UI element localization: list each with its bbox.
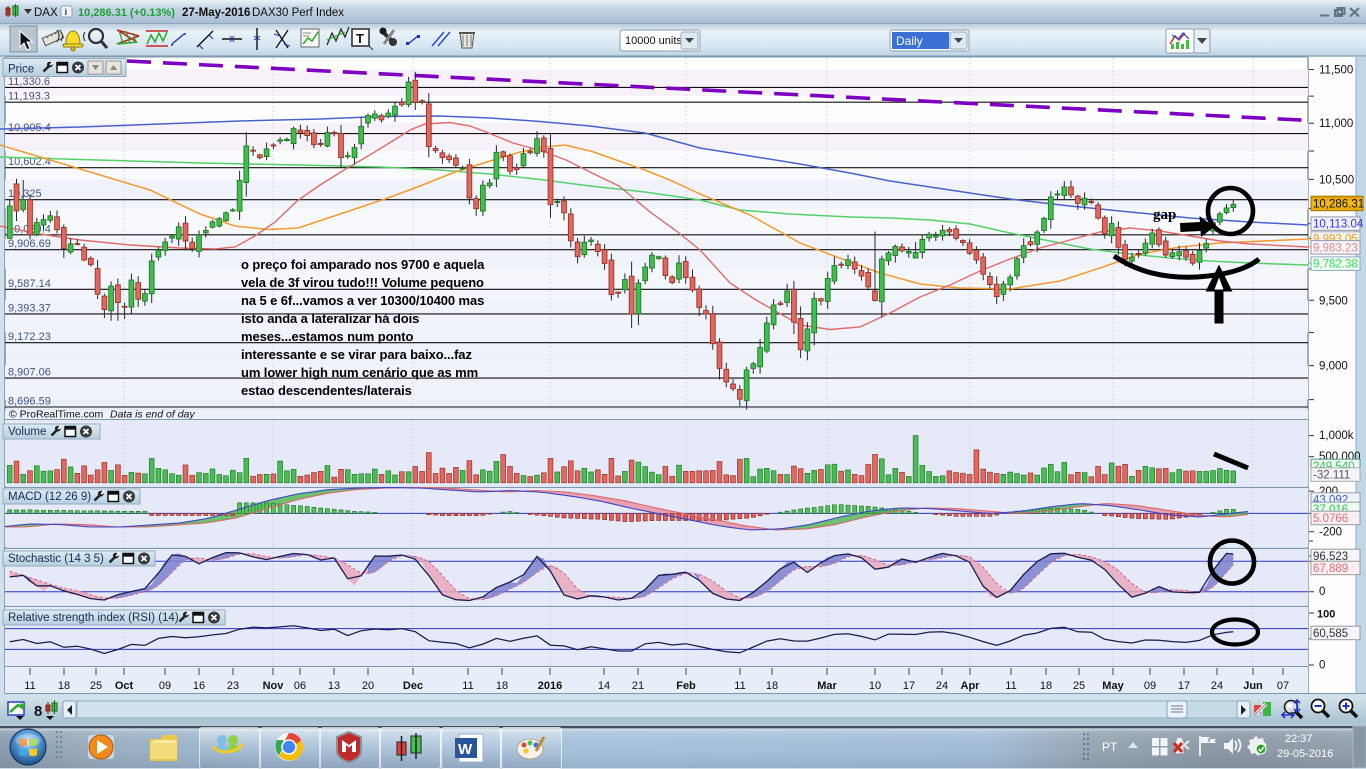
svg-text:29-05-2016: 29-05-2016 [1277, 748, 1333, 760]
svg-text:PT: PT [1102, 740, 1118, 754]
svg-text:W: W [458, 741, 473, 758]
svg-text:22:37: 22:37 [1285, 733, 1313, 745]
